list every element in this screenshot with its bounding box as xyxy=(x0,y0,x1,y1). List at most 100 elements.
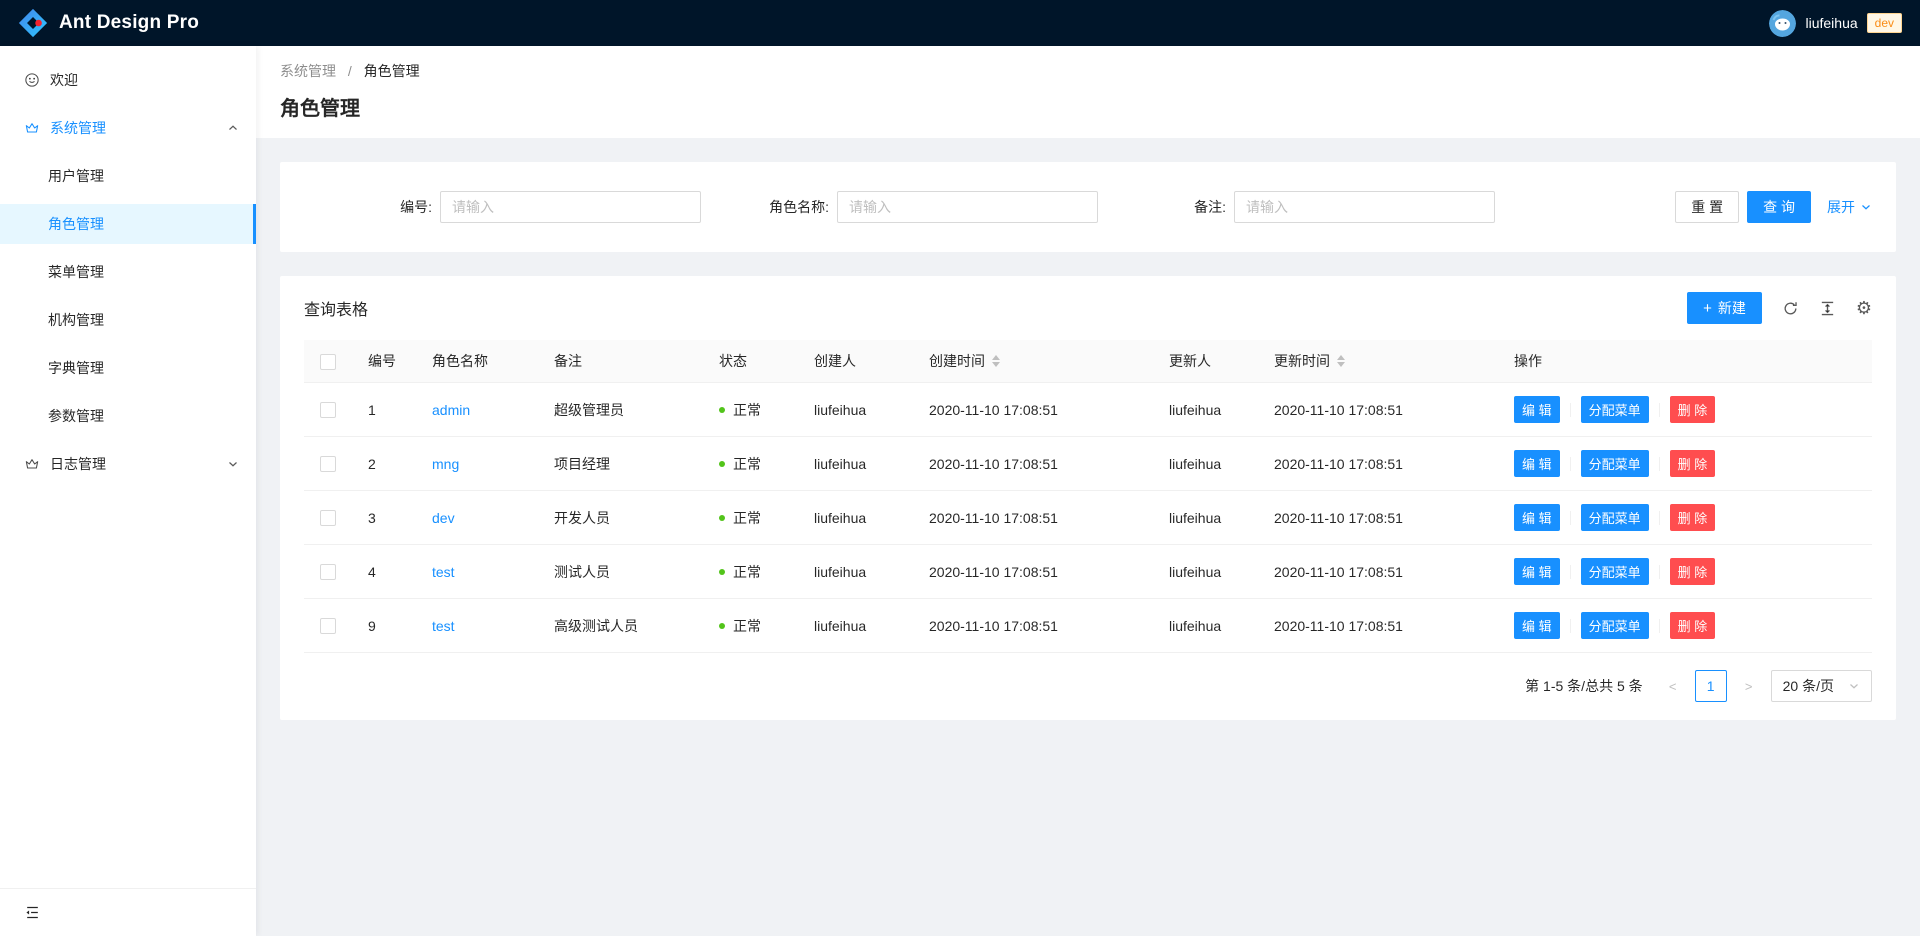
delete-button[interactable]: 删 除 xyxy=(1670,612,1716,639)
cell-created-at: 2020-11-10 17:08:51 xyxy=(913,599,1153,653)
delete-button[interactable]: 删 除 xyxy=(1670,504,1716,531)
pagination-prev-icon[interactable]: < xyxy=(1659,670,1687,702)
sidebar-item-param-mgmt[interactable]: 参数管理 xyxy=(0,396,256,436)
sidebar-item-dict-mgmt[interactable]: 字典管理 xyxy=(0,348,256,388)
sidebar-item-role-mgmt[interactable]: 角色管理 xyxy=(0,204,256,244)
status-text: 正常 xyxy=(733,456,761,472)
reset-button[interactable]: 重 置 xyxy=(1675,191,1739,223)
env-tag: dev xyxy=(1867,13,1902,33)
delete-button[interactable]: 删 除 xyxy=(1670,396,1716,423)
field-id-input[interactable] xyxy=(440,191,701,223)
cell-id: 9 xyxy=(352,599,416,653)
expand-link-label: 展开 xyxy=(1827,197,1855,217)
cell-id: 3 xyxy=(352,491,416,545)
row-checkbox[interactable] xyxy=(320,618,336,634)
assign-menu-button[interactable]: 分配菜单 xyxy=(1581,504,1649,531)
status-dot-icon xyxy=(719,515,725,521)
page-content: 编号: 角色名称: 备注: 重 置 查 询 xyxy=(256,138,1920,936)
pagination-page-1[interactable]: 1 xyxy=(1695,670,1727,702)
breadcrumb-item-system[interactable]: 系统管理 xyxy=(280,63,336,79)
cell-updated-at: 2020-11-10 17:08:51 xyxy=(1258,545,1498,599)
status-text: 正常 xyxy=(733,618,761,634)
search-form-actions: 重 置 查 询 展开 xyxy=(1675,191,1872,223)
divider xyxy=(1659,511,1660,525)
breadcrumb-item-role: 角色管理 xyxy=(364,63,420,79)
divider xyxy=(1570,511,1571,525)
assign-menu-button[interactable]: 分配菜单 xyxy=(1581,450,1649,477)
cell-actions: 编 辑 分配菜单 删 除 xyxy=(1498,491,1872,545)
crown-icon xyxy=(24,456,40,472)
cell-created-at: 2020-11-10 17:08:51 xyxy=(913,545,1153,599)
sidebar-item-system-mgmt[interactable]: 系统管理 xyxy=(0,108,256,148)
edit-button[interactable]: 编 辑 xyxy=(1514,396,1560,423)
edit-button[interactable]: 编 辑 xyxy=(1514,612,1560,639)
chevron-down-icon xyxy=(1848,680,1860,692)
sort-updated-at[interactable]: 更新时间 xyxy=(1274,351,1345,371)
pagination-next-icon[interactable]: > xyxy=(1735,670,1763,702)
status-dot-icon xyxy=(719,569,725,575)
cell-updated-at: 2020-11-10 17:08:51 xyxy=(1258,491,1498,545)
column-height-icon[interactable] xyxy=(1819,300,1836,317)
cell-created-at: 2020-11-10 17:08:51 xyxy=(913,437,1153,491)
cell-role-name-link[interactable]: admin xyxy=(416,383,538,437)
expand-link[interactable]: 展开 xyxy=(1827,197,1872,217)
sidebar-item-label: 菜单管理 xyxy=(48,262,104,282)
body-row: 欢迎 系统管理 用户管理 角色管理 xyxy=(0,46,1920,936)
pagination-total: 第 1-5 条/总共 5 条 xyxy=(1525,676,1642,696)
col-header-updater: 更新人 xyxy=(1153,340,1258,383)
status-text: 正常 xyxy=(733,564,761,580)
sidebar-item-log-mgmt[interactable]: 日志管理 xyxy=(0,444,256,484)
edit-button[interactable]: 编 辑 xyxy=(1514,450,1560,477)
row-checkbox[interactable] xyxy=(320,564,336,580)
cell-role-name-link[interactable]: dev xyxy=(416,491,538,545)
field-remark-input[interactable] xyxy=(1234,191,1495,223)
edit-button[interactable]: 编 辑 xyxy=(1514,504,1560,531)
username: liufeihua xyxy=(1805,15,1857,31)
table-title: 查询表格 xyxy=(304,296,368,320)
avatar xyxy=(1769,10,1796,37)
sort-created-at[interactable]: 创建时间 xyxy=(929,351,1000,371)
table-header: 编号 角色名称 备注 状态 创建人 创建时间 xyxy=(304,340,1872,383)
assign-menu-button[interactable]: 分配菜单 xyxy=(1581,396,1649,423)
sidebar-item-menu-mgmt[interactable]: 菜单管理 xyxy=(0,252,256,292)
logo-area[interactable]: Ant Design Pro xyxy=(18,8,199,38)
field-remark: 备注: xyxy=(1098,191,1495,223)
field-role-name-label: 角色名称: xyxy=(701,197,837,217)
menu-fold-icon[interactable] xyxy=(24,904,41,921)
cell-status: 正常 xyxy=(703,383,798,437)
delete-button[interactable]: 删 除 xyxy=(1670,558,1716,585)
sidebar-item-label: 字典管理 xyxy=(48,358,104,378)
reload-icon[interactable] xyxy=(1782,300,1799,317)
divider xyxy=(1659,457,1660,471)
setting-icon[interactable]: ⚙ xyxy=(1856,299,1872,317)
row-checkbox[interactable] xyxy=(320,510,336,526)
select-all-checkbox[interactable] xyxy=(320,354,336,370)
assign-menu-button[interactable]: 分配菜单 xyxy=(1581,558,1649,585)
user-menu[interactable]: liufeihua dev xyxy=(1769,10,1902,37)
cell-status: 正常 xyxy=(703,599,798,653)
sidebar-item-welcome[interactable]: 欢迎 xyxy=(0,60,256,100)
edit-button[interactable]: 编 辑 xyxy=(1514,558,1560,585)
app-title: Ant Design Pro xyxy=(59,12,199,34)
sidebar-item-label: 用户管理 xyxy=(48,166,104,186)
divider xyxy=(1570,619,1571,633)
page-size-select[interactable]: 20 条/页 xyxy=(1771,670,1872,702)
assign-menu-button[interactable]: 分配菜单 xyxy=(1581,612,1649,639)
sidebar-item-user-mgmt[interactable]: 用户管理 xyxy=(0,156,256,196)
sidebar-item-org-mgmt[interactable]: 机构管理 xyxy=(0,300,256,340)
row-checkbox[interactable] xyxy=(320,402,336,418)
table-row: 4 test 测试人员 正常 liufeihua 2020-11-10 17:0… xyxy=(304,545,1872,599)
cell-role-name-link[interactable]: test xyxy=(416,545,538,599)
cell-role-name-link[interactable]: mng xyxy=(416,437,538,491)
cell-role-name-link[interactable]: test xyxy=(416,599,538,653)
field-role-name-input[interactable] xyxy=(837,191,1098,223)
page-size-label: 20 条/页 xyxy=(1783,676,1834,696)
row-checkbox[interactable] xyxy=(320,456,336,472)
sorter-icon xyxy=(1337,355,1345,367)
new-button[interactable]: + 新建 xyxy=(1687,292,1762,324)
cell-actions: 编 辑 分配菜单 删 除 xyxy=(1498,545,1872,599)
status-dot-icon xyxy=(719,461,725,467)
query-button[interactable]: 查 询 xyxy=(1747,191,1811,223)
cell-created-at: 2020-11-10 17:08:51 xyxy=(913,491,1153,545)
delete-button[interactable]: 删 除 xyxy=(1670,450,1716,477)
